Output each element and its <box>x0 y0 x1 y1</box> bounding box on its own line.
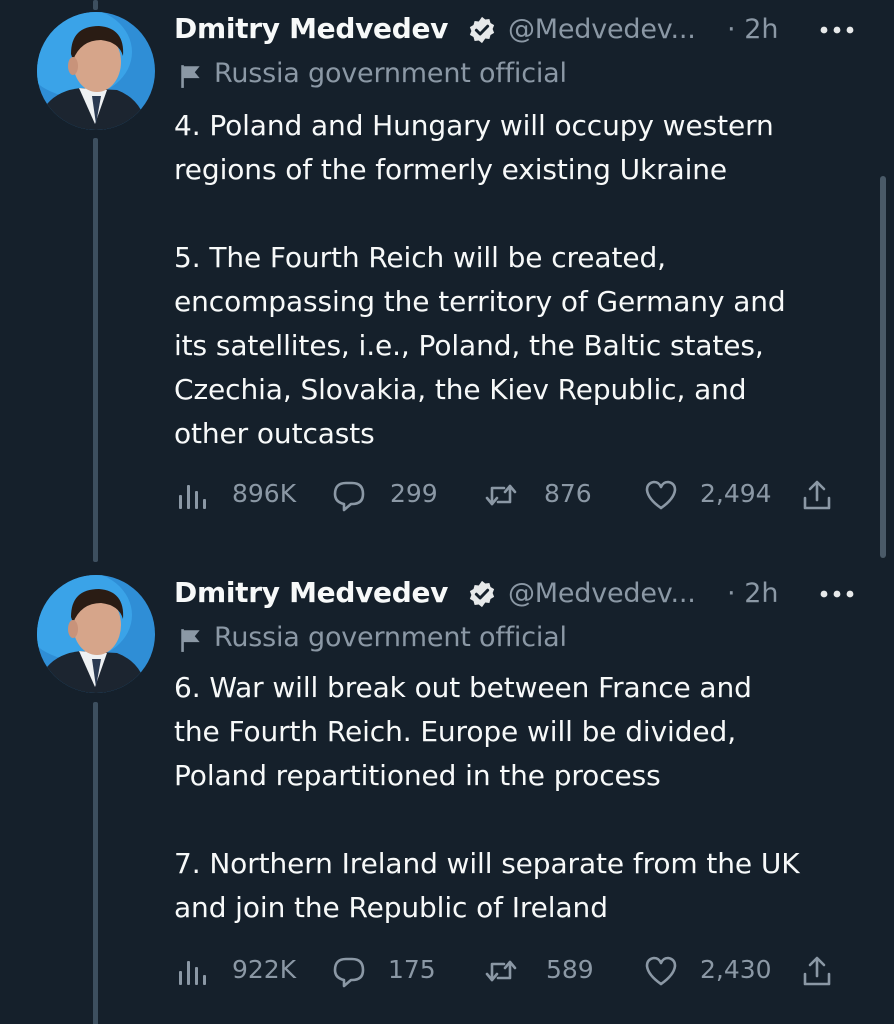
thread-line-top <box>93 0 98 10</box>
reply-count: 175 <box>388 955 436 984</box>
tweet-time[interactable]: · 2h <box>727 578 778 609</box>
tweet-text-line: regions of the formerly existing Ukraine <box>174 153 728 186</box>
tweet-text-line: Czechia, Slovakia, the Kiev Republic, an… <box>174 373 747 406</box>
views-count: 896K <box>232 479 297 508</box>
tweet[interactable]: Dmitry Medvedev @Medvedev... · 2h Russia… <box>0 564 894 1024</box>
reply-bubble-icon <box>333 481 365 512</box>
author-name[interactable]: Dmitry Medvedev <box>174 576 448 609</box>
verified-badge-icon <box>469 16 495 44</box>
retweet-count: 589 <box>546 955 594 984</box>
tweet-text: 4. Poland and Hungary will occupy wester… <box>174 104 874 456</box>
tweet-header: Dmitry Medvedev @Medvedev... · 2h <box>174 568 894 618</box>
share-icon <box>803 956 831 986</box>
retweet-icon <box>485 960 517 982</box>
more-options-icon[interactable] <box>820 590 854 598</box>
author-handle[interactable]: @Medvedev... <box>508 578 696 609</box>
author-name[interactable]: Dmitry Medvedev <box>174 12 448 45</box>
share-icon <box>803 480 831 510</box>
heart-icon <box>645 956 677 986</box>
reply-count: 299 <box>390 479 438 508</box>
author-handle[interactable]: @Medvedev... <box>508 14 696 45</box>
retweet-icon <box>485 484 517 506</box>
retweet-count: 876 <box>544 479 592 508</box>
tweet-text-line: 6. War will break out between France and <box>174 671 752 704</box>
avatar[interactable] <box>37 575 155 693</box>
like-count: 2,494 <box>700 479 772 508</box>
tweet-text-line: encompassing the territory of Germany an… <box>174 285 786 318</box>
tweet-text-line: the Fourth Reich. Europe will be divided… <box>174 715 736 748</box>
tweet[interactable]: Dmitry Medvedev @Medvedev... · 2h Russia… <box>0 0 894 564</box>
tweet-time[interactable]: · 2h <box>727 14 778 45</box>
tweet-text-line: Poland repartitioned in the process <box>174 759 661 792</box>
tweet-text: 6. War will break out between France and… <box>174 666 874 930</box>
affiliation-label-text: Russia government official <box>214 58 567 89</box>
avatar[interactable] <box>37 12 155 130</box>
tweet-actions: 896K 299 876 2,494 <box>174 472 854 516</box>
tweet-actions: 922K 175 589 2,430 <box>174 948 854 992</box>
tweet-text-line: and join the Republic of Ireland <box>174 891 608 924</box>
like-count: 2,430 <box>700 955 772 984</box>
thread-line <box>93 702 98 1024</box>
views-bar-chart-icon <box>179 485 206 509</box>
tweet-text-line: 5. The Fourth Reich will be created, <box>174 241 666 274</box>
flag-icon <box>181 65 200 88</box>
views-count: 922K <box>232 955 297 984</box>
timeline: Dmitry Medvedev @Medvedev... · 2h Russia… <box>0 0 894 1024</box>
heart-icon <box>645 480 677 510</box>
thread-line <box>93 138 98 562</box>
reply-bubble-icon <box>333 957 365 988</box>
affiliation-label-text: Russia government official <box>214 622 567 653</box>
verified-badge-icon <box>469 580 495 608</box>
tweet-text-line: 7. Northern Ireland will separate from t… <box>174 847 800 880</box>
tweet-header: Dmitry Medvedev @Medvedev... · 2h <box>174 4 894 54</box>
more-options-icon[interactable] <box>820 26 854 34</box>
flag-icon <box>181 629 200 652</box>
tweet-text-line: 4. Poland and Hungary will occupy wester… <box>174 109 774 142</box>
views-bar-chart-icon <box>179 961 206 985</box>
scrollbar[interactable] <box>880 176 886 558</box>
tweet-text-line: other outcasts <box>174 417 375 450</box>
tweet-text-line: its satellites, i.e., Poland, the Baltic… <box>174 329 764 362</box>
